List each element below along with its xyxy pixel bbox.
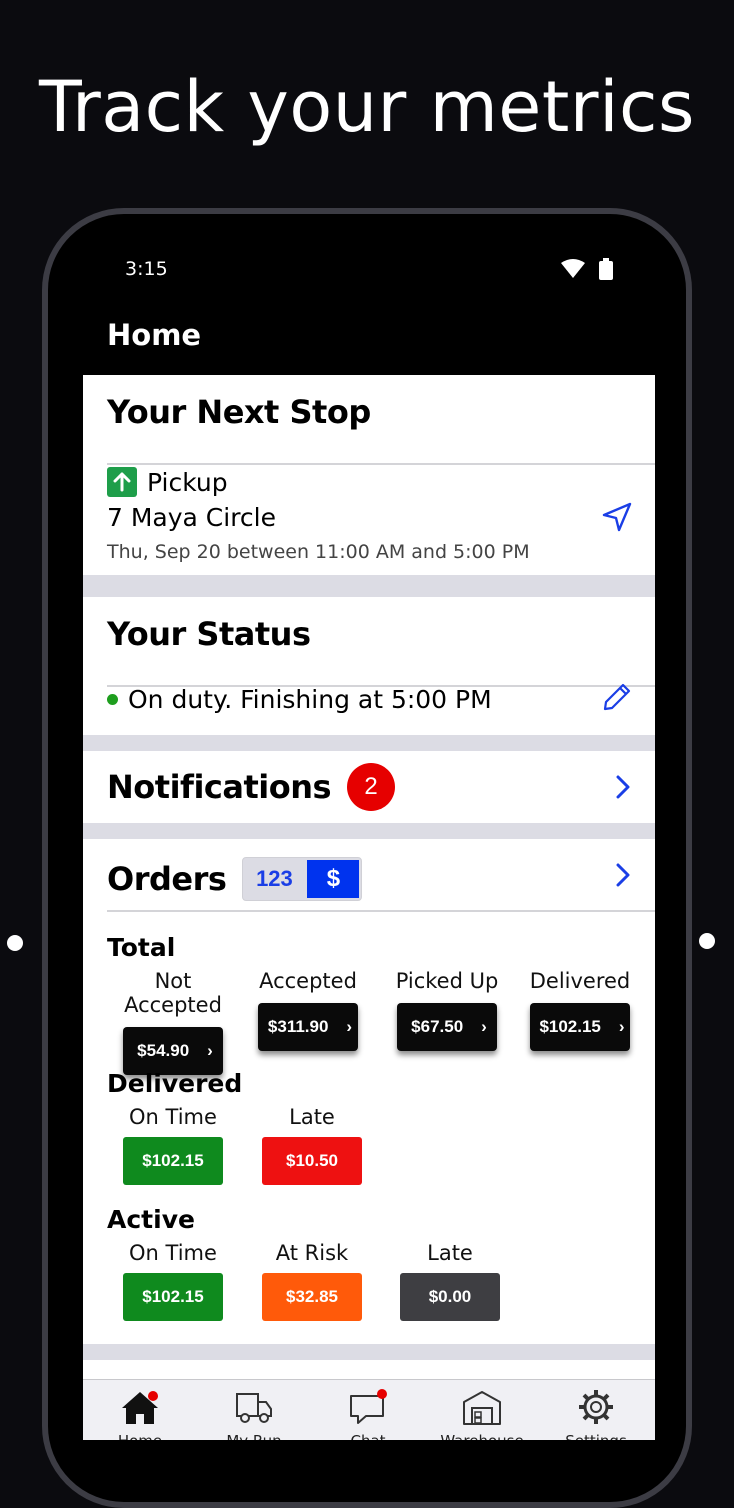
toggle-count-option[interactable]: 123 bbox=[243, 858, 305, 900]
active-label: Active bbox=[107, 1205, 195, 1234]
section-gap bbox=[83, 823, 655, 839]
next-card-peek bbox=[83, 1360, 655, 1380]
active-late[interactable]: Late $0.00 bbox=[381, 1241, 519, 1321]
metric-label: On Time bbox=[129, 1241, 217, 1265]
stop-address: 7 Maya Circle bbox=[107, 503, 277, 532]
headline: Track your metrics bbox=[39, 66, 695, 148]
tab-label: My Run bbox=[197, 1432, 311, 1440]
metric-value-button[interactable]: $54.90 › bbox=[123, 1027, 223, 1075]
metric-value: $54.90 bbox=[137, 1041, 190, 1060]
status-text: On duty. Finishing at 5:00 PM bbox=[128, 685, 492, 714]
metric-label: Not Accepted bbox=[124, 969, 222, 1017]
chevron-right-icon: › bbox=[346, 1017, 353, 1036]
status-time: 3:15 bbox=[125, 258, 168, 280]
orders-title: Orders bbox=[107, 860, 227, 898]
metric-value-button[interactable]: $311.90 › bbox=[258, 1003, 358, 1051]
tab-label: Warehouse bbox=[425, 1432, 539, 1440]
chat-icon bbox=[350, 1389, 387, 1424]
metric-value-button[interactable]: $67.50 › bbox=[397, 1003, 497, 1051]
warehouse-icon bbox=[463, 1391, 501, 1425]
tab-chat[interactable]: Chat bbox=[311, 1380, 425, 1440]
metric-value: $67.50 bbox=[411, 1017, 464, 1036]
notifications-row[interactable]: Notifications 2 bbox=[83, 751, 655, 823]
side-dot-left bbox=[7, 935, 23, 951]
metric-value-button[interactable]: $32.85 bbox=[262, 1273, 362, 1321]
toggle-money-option[interactable]: $ bbox=[307, 860, 360, 898]
tab-label: Chat bbox=[311, 1432, 425, 1440]
home-content: Your Next Stop Pickup 7 Maya Circle Thu,… bbox=[83, 375, 655, 1380]
notifications-count-badge: 2 bbox=[347, 763, 396, 811]
delivered-late[interactable]: Late $10.50 bbox=[243, 1105, 381, 1185]
metric-value-button[interactable]: $0.00 bbox=[400, 1273, 500, 1321]
metric-label: Picked Up bbox=[395, 969, 499, 993]
metric-label: On Time bbox=[129, 1105, 217, 1129]
metric-value-button[interactable]: $10.50 bbox=[262, 1137, 362, 1185]
metric-label: Delivered bbox=[529, 969, 631, 993]
chevron-right-icon: › bbox=[207, 1041, 213, 1060]
page-title: Home bbox=[107, 318, 202, 352]
divider bbox=[107, 910, 655, 912]
orders-unit-toggle[interactable]: 123 $ bbox=[242, 857, 363, 901]
delivered-label: Delivered bbox=[107, 1069, 243, 1098]
tab-label: Settings bbox=[539, 1432, 653, 1440]
bottom-tab-bar: Home My Run Chat Warehouse bbox=[83, 1379, 655, 1440]
phone-screen: 3:15 Home Your Next Stop Pickup 7 Maya C… bbox=[83, 238, 655, 1440]
next-stop-title: Your Next Stop bbox=[107, 393, 371, 431]
edit-pencil-icon[interactable] bbox=[601, 681, 633, 713]
metric-label: Late bbox=[289, 1105, 335, 1129]
stop-type-label: Pickup bbox=[147, 467, 228, 497]
metric-value-button[interactable]: $102.15 › bbox=[530, 1003, 630, 1051]
wifi-icon bbox=[561, 259, 585, 278]
gear-icon bbox=[579, 1390, 613, 1424]
total-label: Total bbox=[107, 933, 176, 962]
status-title: Your Status bbox=[107, 615, 311, 653]
tab-warehouse[interactable]: Warehouse bbox=[425, 1380, 539, 1440]
active-at-risk[interactable]: At Risk $32.85 bbox=[243, 1241, 381, 1321]
home-icon bbox=[122, 1391, 158, 1424]
section-gap bbox=[83, 575, 655, 597]
truck-icon bbox=[236, 1393, 272, 1423]
chevron-right-icon: › bbox=[618, 1017, 625, 1036]
next-stop-card[interactable]: Your Next Stop Pickup 7 Maya Circle Thu,… bbox=[83, 375, 655, 575]
metric-label: Late bbox=[427, 1241, 473, 1265]
status-bar: 3:15 bbox=[83, 238, 655, 292]
tab-home[interactable]: Home bbox=[83, 1380, 197, 1440]
metric-value-button[interactable]: $102.15 bbox=[123, 1273, 223, 1321]
navigate-icon[interactable] bbox=[601, 501, 633, 533]
status-card[interactable]: Your Status On duty. Finishing at 5:00 P… bbox=[83, 597, 655, 735]
delivered-on-time[interactable]: On Time $102.15 bbox=[103, 1105, 243, 1185]
orders-card: Orders 123 $ Total Not Accepted $54.90 › bbox=[83, 839, 655, 1344]
metric-value: $311.90 bbox=[267, 1017, 329, 1036]
divider bbox=[107, 463, 655, 465]
metric-delivered[interactable]: Delivered $102.15 › bbox=[515, 969, 645, 1051]
section-gap bbox=[83, 735, 655, 751]
metric-value-button[interactable]: $102.15 bbox=[123, 1137, 223, 1185]
metric-picked-up[interactable]: Picked Up $67.50 › bbox=[382, 969, 512, 1051]
active-on-time[interactable]: On Time $102.15 bbox=[103, 1241, 243, 1321]
metric-label: At Risk bbox=[275, 1241, 349, 1265]
metric-value: $102.15 bbox=[539, 1017, 601, 1036]
stop-time-window: Thu, Sep 20 between 11:00 AM and 5:00 PM bbox=[107, 541, 530, 563]
tab-settings[interactable]: Settings bbox=[539, 1380, 653, 1440]
chevron-right-icon[interactable] bbox=[613, 775, 633, 799]
metric-label: Accepted bbox=[259, 969, 357, 993]
side-dot-right bbox=[699, 933, 715, 949]
status-dot bbox=[107, 694, 118, 705]
pickup-arrow-icon bbox=[107, 467, 137, 497]
chevron-right-icon: › bbox=[481, 1017, 487, 1036]
metric-accepted[interactable]: Accepted $311.90 › bbox=[243, 969, 373, 1051]
metric-not-accepted[interactable]: Not Accepted $54.90 › bbox=[103, 969, 243, 1075]
tab-my-run[interactable]: My Run bbox=[197, 1380, 311, 1440]
section-gap bbox=[83, 1344, 655, 1360]
tab-label: Home bbox=[83, 1432, 197, 1440]
notifications-title: Notifications bbox=[107, 768, 332, 806]
orders-chevron-right-icon[interactable] bbox=[613, 863, 633, 887]
battery-icon bbox=[599, 258, 613, 280]
